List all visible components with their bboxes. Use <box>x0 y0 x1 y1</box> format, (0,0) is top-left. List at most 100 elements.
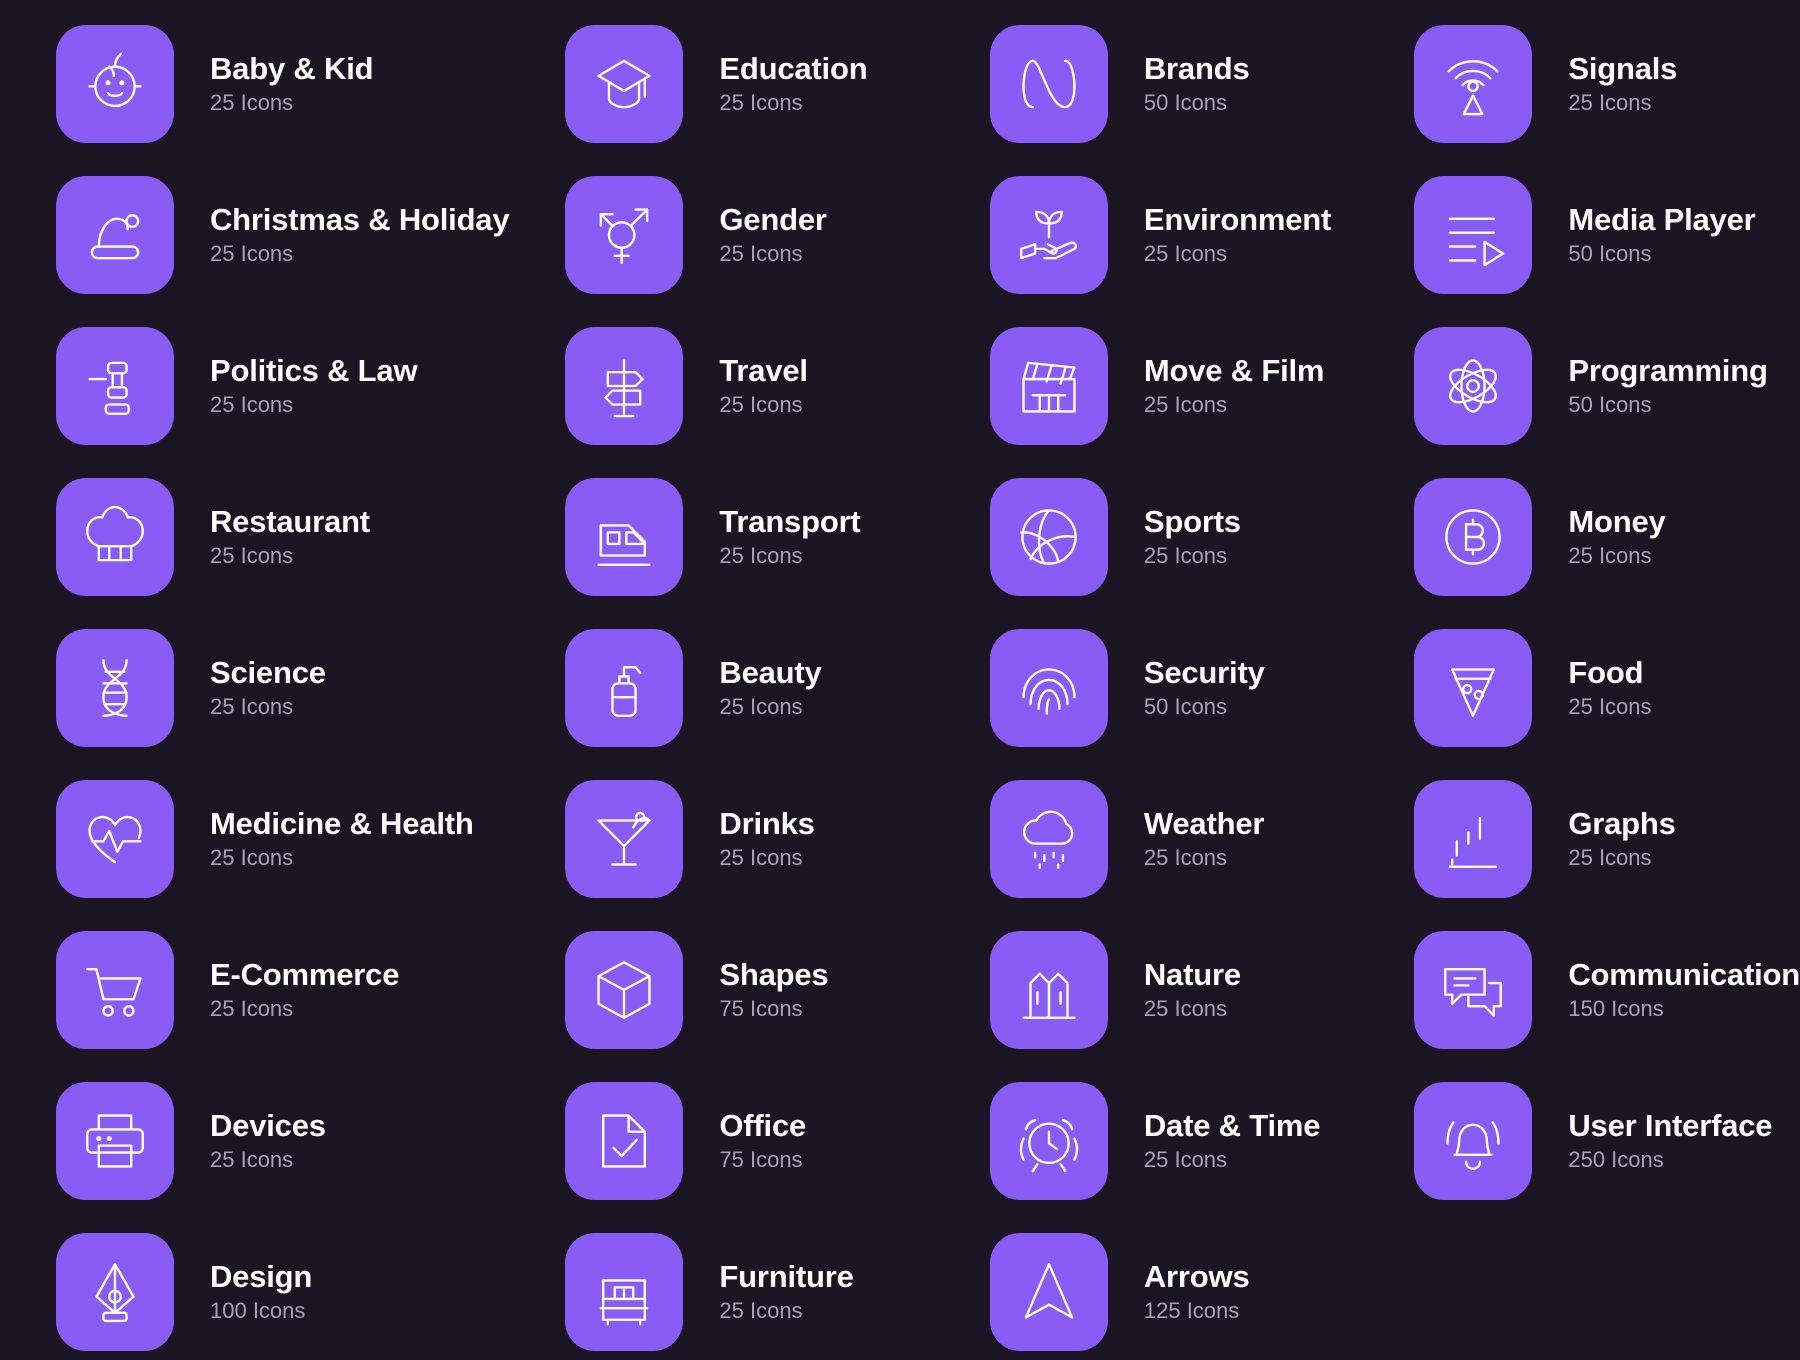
category-icon-count: 25 Icons <box>1143 845 1228 871</box>
category-title: Signals <box>1568 50 1678 86</box>
category-card[interactable]: Transport 25 Icons <box>509 461 933 612</box>
category-icon-tile[interactable] <box>1414 326 1533 445</box>
category-icon-tile[interactable] <box>56 1232 174 1351</box>
category-card[interactable]: Travel 25 Icons <box>509 310 933 461</box>
category-meta: Devices 25 Icons <box>210 1109 326 1171</box>
category-card[interactable]: Education 25 Icons <box>509 8 933 159</box>
category-card[interactable]: Move & Film 25 Icons <box>934 310 1358 461</box>
category-card[interactable]: Shapes 75 Icons <box>509 914 933 1065</box>
category-card[interactable]: Medicine & Health 25 Icons <box>0 763 509 914</box>
category-icon-tile[interactable] <box>989 477 1108 596</box>
category-icon-tile[interactable] <box>56 477 174 596</box>
category-icon-tile[interactable] <box>1414 930 1533 1049</box>
category-icon-tile[interactable] <box>989 930 1108 1049</box>
category-icon-tile[interactable] <box>56 779 174 898</box>
category-card[interactable]: Media Player 50 Icons <box>1358 159 1800 310</box>
category-grid: Baby & Kid 25 Icons Education 25 Icons Brand… <box>0 0 1800 1360</box>
category-icon-tile[interactable] <box>1414 1081 1533 1200</box>
category-icon-tile[interactable] <box>565 477 684 596</box>
category-card[interactable]: Date & Time 25 Icons <box>934 1065 1358 1216</box>
category-card[interactable]: Beauty 25 Icons <box>509 612 933 763</box>
category-icon-tile[interactable] <box>565 1232 684 1351</box>
category-card[interactable]: Environment 25 Icons <box>934 159 1358 310</box>
category-icon-tile[interactable] <box>565 1081 684 1200</box>
category-meta: Travel 25 Icons <box>719 354 808 418</box>
category-meta: Environment 25 Icons <box>1143 203 1331 267</box>
category-meta: Politics & Law 25 Icons <box>210 352 418 416</box>
category-card[interactable]: Politics & Law 25 Icons <box>0 310 509 461</box>
category-icon-count: 25 Icons <box>1143 241 1228 267</box>
shopping-cart-icon <box>86 967 142 1017</box>
category-card[interactable]: Weather 25 Icons <box>934 763 1358 914</box>
factory-icon <box>1022 972 1076 1019</box>
category-icon-tile[interactable] <box>989 326 1108 445</box>
category-icon-tile[interactable] <box>565 175 684 294</box>
category-title: Date & Time <box>1143 1107 1321 1143</box>
category-card[interactable]: Nature 25 Icons <box>934 914 1358 1065</box>
category-title: Shapes <box>719 956 829 992</box>
category-icon-tile[interactable] <box>989 24 1108 143</box>
category-meta: Programming 50 Icons <box>1568 354 1768 416</box>
category-card[interactable]: Baby & Kid 25 Icons <box>0 8 509 159</box>
category-card[interactable]: Christmas & Holiday 25 Icons <box>0 159 510 310</box>
category-card[interactable]: Money 25 Icons <box>1358 461 1800 612</box>
category-icon-tile[interactable] <box>565 326 684 445</box>
category-icon-tile[interactable] <box>565 24 684 143</box>
category-icon-count: 25 Icons <box>210 996 294 1022</box>
category-icon-tile[interactable] <box>989 1081 1108 1200</box>
category-meta: Science 25 Icons <box>210 656 326 718</box>
category-card[interactable]: User Interface 250 Icons <box>1358 1065 1800 1216</box>
category-meta: Communication 150 Icons <box>1568 958 1800 1020</box>
category-card[interactable]: Communication 150 Icons <box>1358 914 1800 1065</box>
category-meta: E-Commerce 25 Icons <box>210 958 399 1022</box>
category-icon-tile[interactable] <box>56 628 174 747</box>
baby-face-icon <box>88 52 142 107</box>
category-card[interactable]: Drinks 25 Icons <box>509 763 933 914</box>
category-icon-tile[interactable] <box>56 24 174 143</box>
category-icon-tile[interactable] <box>565 779 684 898</box>
category-title: Office <box>719 1107 807 1143</box>
graduation-cap-icon <box>597 59 652 108</box>
chef-hat-icon <box>86 505 144 561</box>
category-icon-tile[interactable] <box>56 175 174 294</box>
category-card[interactable]: Gender 25 Icons <box>509 159 933 310</box>
category-icon-count: 25 Icons <box>719 392 803 418</box>
category-icon-tile[interactable] <box>565 628 684 747</box>
category-card[interactable]: Restaurant 25 Icons <box>0 461 509 612</box>
category-card[interactable]: Signals 25 Icons <box>1358 8 1800 159</box>
category-card[interactable]: Science 25 Icons <box>0 612 509 763</box>
category-card[interactable]: Furniture 25 Icons <box>509 1216 933 1360</box>
category-card[interactable]: Office 75 Icons <box>509 1065 933 1216</box>
category-meta: Sports 25 Icons <box>1144 505 1241 567</box>
category-icon-count: 25 Icons <box>719 845 803 871</box>
category-icon-tile[interactable] <box>989 628 1108 747</box>
category-icon-tile[interactable] <box>1414 628 1533 747</box>
category-icon-count: 25 Icons <box>1568 694 1652 720</box>
category-icon-count: 25 Icons <box>719 1298 803 1324</box>
category-card[interactable]: Sports 25 Icons <box>934 461 1358 612</box>
category-icon-tile[interactable] <box>989 1232 1108 1351</box>
category-icon-tile[interactable] <box>565 930 684 1049</box>
category-meta: Security 50 Icons <box>1144 656 1265 718</box>
category-card[interactable]: Design 100 Icons <box>0 1216 509 1360</box>
category-title: Baby & Kid <box>210 50 374 86</box>
category-card[interactable]: Food 25 Icons <box>1358 612 1800 763</box>
category-icon-tile[interactable] <box>989 175 1108 294</box>
category-icon-tile[interactable] <box>56 326 174 445</box>
category-icon-tile[interactable] <box>989 779 1108 898</box>
category-icon-tile[interactable] <box>1414 477 1533 596</box>
category-icon-tile[interactable] <box>56 930 174 1049</box>
category-icon-tile[interactable] <box>1414 779 1533 898</box>
category-title: Politics & Law <box>210 352 418 388</box>
category-icon-tile[interactable] <box>1414 24 1533 143</box>
category-card[interactable]: E-Commerce 25 Icons <box>0 914 509 1065</box>
category-card[interactable]: Arrows 125 Icons <box>934 1216 1358 1360</box>
category-card[interactable]: Security 50 Icons <box>934 612 1358 763</box>
category-card[interactable]: Brands 50 Icons <box>934 8 1358 159</box>
category-icon-tile[interactable] <box>1414 175 1533 294</box>
category-icon-tile[interactable] <box>56 1081 174 1200</box>
category-icon-count: 25 Icons <box>210 241 294 267</box>
category-card[interactable]: Graphs 25 Icons <box>1358 763 1800 914</box>
category-card[interactable]: Devices 25 Icons <box>0 1065 509 1216</box>
category-card[interactable]: Programming 50 Icons <box>1358 310 1800 461</box>
